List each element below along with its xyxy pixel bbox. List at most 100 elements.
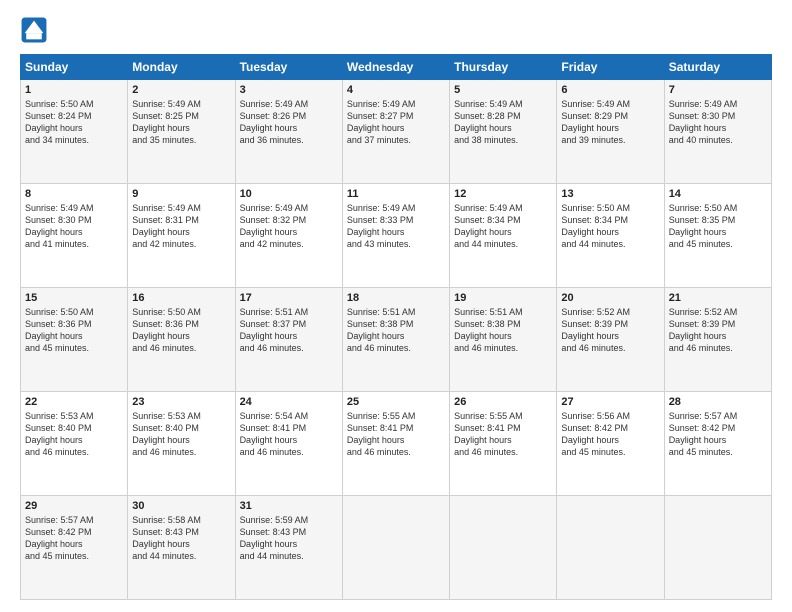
day-cell-22: 22 Sunrise: 5:53 AMSunset: 8:40 PMDayligh… bbox=[21, 392, 128, 496]
day-number: 17 bbox=[240, 292, 338, 304]
day-header-monday: Monday bbox=[128, 55, 235, 80]
day-number: 21 bbox=[669, 292, 767, 304]
day-cell-13: 13 Sunrise: 5:50 AMSunset: 8:34 PMDayligh… bbox=[557, 184, 664, 288]
day-cell-16: 16Sunrise: 5:50 AMSunset: 8:36 PMDayligh… bbox=[128, 288, 235, 392]
day-cell-14: 14 Sunrise: 5:50 AMSunset: 8:35 PMDayligh… bbox=[664, 184, 771, 288]
cell-info: Sunrise: 5:55 AMSunset: 8:41 PMDaylight … bbox=[347, 410, 445, 459]
empty-cell bbox=[664, 496, 771, 600]
cell-info: Sunrise: 5:58 AMSunset: 8:43 PMDaylight … bbox=[132, 514, 230, 563]
page: SundayMondayTuesdayWednesdayThursdayFrid… bbox=[0, 0, 792, 612]
day-number: 10 bbox=[240, 188, 338, 200]
cell-info: Sunrise: 5:57 AMSunset: 8:42 PMDaylight … bbox=[25, 514, 123, 563]
calendar-table: SundayMondayTuesdayWednesdayThursdayFrid… bbox=[20, 54, 772, 600]
day-header-thursday: Thursday bbox=[450, 55, 557, 80]
day-number: 25 bbox=[347, 396, 445, 408]
cell-info: Sunrise: 5:49 AMSunset: 8:25 PMDaylight … bbox=[132, 98, 230, 147]
day-cell-15: 15 Sunrise: 5:50 AMSunset: 8:36 PMDayligh… bbox=[21, 288, 128, 392]
day-cell-21: 21Sunrise: 5:52 AMSunset: 8:39 PMDayligh… bbox=[664, 288, 771, 392]
day-number: 3 bbox=[240, 84, 338, 96]
day-cell-8: 8Sunrise: 5:49 AMSunset: 8:30 PMDaylight… bbox=[21, 184, 128, 288]
logo bbox=[20, 16, 52, 44]
day-header-saturday: Saturday bbox=[664, 55, 771, 80]
day-number: 13 bbox=[561, 188, 659, 200]
cell-info: Sunrise: 5:53 AMSunset: 8:40 PMDaylight … bbox=[25, 410, 123, 459]
day-header-tuesday: Tuesday bbox=[235, 55, 342, 80]
day-cell-28: 28Sunrise: 5:57 AMSunset: 8:42 PMDayligh… bbox=[664, 392, 771, 496]
day-cell-6: 6 Sunrise: 5:49 AMSunset: 8:29 PMDaylight… bbox=[557, 80, 664, 184]
day-header-wednesday: Wednesday bbox=[342, 55, 449, 80]
day-number: 8 bbox=[25, 188, 123, 200]
cell-info: Sunrise: 5:55 AMSunset: 8:41 PMDaylight … bbox=[454, 410, 552, 459]
week-row-4: 22 Sunrise: 5:53 AMSunset: 8:40 PMDayligh… bbox=[21, 392, 772, 496]
cell-info: Sunrise: 5:54 AMSunset: 8:41 PMDaylight … bbox=[240, 410, 338, 459]
day-number: 11 bbox=[347, 188, 445, 200]
cell-info: Sunrise: 5:49 AMSunset: 8:26 PMDaylight … bbox=[240, 98, 338, 147]
cell-info: Sunrise: 5:50 AMSunset: 8:35 PMDaylight … bbox=[669, 202, 767, 251]
cell-info: Sunrise: 5:49 AMSunset: 8:28 PMDaylight … bbox=[454, 98, 552, 147]
day-cell-7: 7 Sunrise: 5:49 AMSunset: 8:30 PMDaylight… bbox=[664, 80, 771, 184]
day-cell-24: 24 Sunrise: 5:54 AMSunset: 8:41 PMDayligh… bbox=[235, 392, 342, 496]
day-cell-3: 3 Sunrise: 5:49 AMSunset: 8:26 PMDaylight… bbox=[235, 80, 342, 184]
day-number: 22 bbox=[25, 396, 123, 408]
cell-info: Sunrise: 5:49 AMSunset: 8:29 PMDaylight … bbox=[561, 98, 659, 147]
cell-info: Sunrise: 5:49 AMSunset: 8:33 PMDaylight … bbox=[347, 202, 445, 251]
day-number: 1 bbox=[25, 84, 123, 96]
day-number: 5 bbox=[454, 84, 552, 96]
day-number: 29 bbox=[25, 500, 123, 512]
day-number: 9 bbox=[132, 188, 230, 200]
cell-info: Sunrise: 5:49 AMSunset: 8:32 PMDaylight … bbox=[240, 202, 338, 251]
cell-info: Sunrise: 5:50 AMSunset: 8:36 PMDaylight … bbox=[25, 306, 123, 355]
cell-info: Sunrise: 5:50 AMSunset: 8:24 PMDaylight … bbox=[25, 98, 123, 147]
day-cell-31: 31Sunrise: 5:59 AMSunset: 8:43 PMDayligh… bbox=[235, 496, 342, 600]
day-number: 20 bbox=[561, 292, 659, 304]
calendar-header-row: SundayMondayTuesdayWednesdayThursdayFrid… bbox=[21, 55, 772, 80]
day-cell-20: 20 Sunrise: 5:52 AMSunset: 8:39 PMDayligh… bbox=[557, 288, 664, 392]
logo-icon bbox=[20, 16, 48, 44]
cell-info: Sunrise: 5:49 AMSunset: 8:27 PMDaylight … bbox=[347, 98, 445, 147]
cell-info: Sunrise: 5:49 AMSunset: 8:30 PMDaylight … bbox=[669, 98, 767, 147]
day-number: 14 bbox=[669, 188, 767, 200]
day-cell-1: 1 Sunrise: 5:50 AMSunset: 8:24 PMDaylight… bbox=[21, 80, 128, 184]
day-cell-23: 23 Sunrise: 5:53 AMSunset: 8:40 PMDayligh… bbox=[128, 392, 235, 496]
header bbox=[20, 16, 772, 44]
day-number: 2 bbox=[132, 84, 230, 96]
day-number: 18 bbox=[347, 292, 445, 304]
day-cell-10: 10 Sunrise: 5:49 AMSunset: 8:32 PMDayligh… bbox=[235, 184, 342, 288]
cell-info: Sunrise: 5:52 AMSunset: 8:39 PMDaylight … bbox=[561, 306, 659, 355]
day-number: 7 bbox=[669, 84, 767, 96]
day-number: 19 bbox=[454, 292, 552, 304]
day-number: 6 bbox=[561, 84, 659, 96]
week-row-1: 1 Sunrise: 5:50 AMSunset: 8:24 PMDaylight… bbox=[21, 80, 772, 184]
cell-info: Sunrise: 5:49 AMSunset: 8:31 PMDaylight … bbox=[132, 202, 230, 251]
day-cell-9: 9 Sunrise: 5:49 AMSunset: 8:31 PMDaylight… bbox=[128, 184, 235, 288]
day-cell-19: 19 Sunrise: 5:51 AMSunset: 8:38 PMDayligh… bbox=[450, 288, 557, 392]
cell-info: Sunrise: 5:51 AMSunset: 8:38 PMDaylight … bbox=[347, 306, 445, 355]
day-cell-25: 25 Sunrise: 5:55 AMSunset: 8:41 PMDayligh… bbox=[342, 392, 449, 496]
day-number: 4 bbox=[347, 84, 445, 96]
empty-cell bbox=[450, 496, 557, 600]
day-number: 23 bbox=[132, 396, 230, 408]
day-cell-11: 11 Sunrise: 5:49 AMSunset: 8:33 PMDayligh… bbox=[342, 184, 449, 288]
cell-info: Sunrise: 5:56 AMSunset: 8:42 PMDaylight … bbox=[561, 410, 659, 459]
cell-info: Sunrise: 5:51 AMSunset: 8:37 PMDaylight … bbox=[240, 306, 338, 355]
day-number: 26 bbox=[454, 396, 552, 408]
day-header-sunday: Sunday bbox=[21, 55, 128, 80]
day-cell-30: 30Sunrise: 5:58 AMSunset: 8:43 PMDayligh… bbox=[128, 496, 235, 600]
day-header-friday: Friday bbox=[557, 55, 664, 80]
day-cell-5: 5 Sunrise: 5:49 AMSunset: 8:28 PMDaylight… bbox=[450, 80, 557, 184]
cell-info: Sunrise: 5:53 AMSunset: 8:40 PMDaylight … bbox=[132, 410, 230, 459]
cell-info: Sunrise: 5:50 AMSunset: 8:34 PMDaylight … bbox=[561, 202, 659, 251]
cell-info: Sunrise: 5:57 AMSunset: 8:42 PMDaylight … bbox=[669, 410, 767, 459]
day-cell-27: 27Sunrise: 5:56 AMSunset: 8:42 PMDayligh… bbox=[557, 392, 664, 496]
day-cell-29: 29 Sunrise: 5:57 AMSunset: 8:42 PMDayligh… bbox=[21, 496, 128, 600]
day-number: 15 bbox=[25, 292, 123, 304]
day-number: 24 bbox=[240, 396, 338, 408]
cell-info: Sunrise: 5:49 AMSunset: 8:34 PMDaylight … bbox=[454, 202, 552, 251]
empty-cell bbox=[557, 496, 664, 600]
day-number: 31 bbox=[240, 500, 338, 512]
day-cell-2: 2 Sunrise: 5:49 AMSunset: 8:25 PMDaylight… bbox=[128, 80, 235, 184]
cell-info: Sunrise: 5:51 AMSunset: 8:38 PMDaylight … bbox=[454, 306, 552, 355]
day-cell-17: 17 Sunrise: 5:51 AMSunset: 8:37 PMDayligh… bbox=[235, 288, 342, 392]
empty-cell bbox=[342, 496, 449, 600]
day-number: 16 bbox=[132, 292, 230, 304]
